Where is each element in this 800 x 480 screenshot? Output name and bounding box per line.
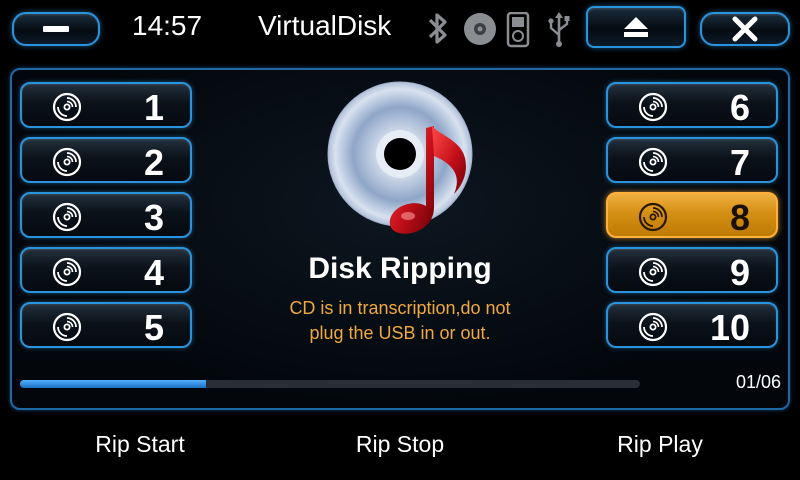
ripping-message-line2: plug the USB in or out. xyxy=(309,323,491,343)
ripping-title: Disk Ripping xyxy=(308,252,492,285)
disc-icon xyxy=(52,312,82,342)
disc-icon xyxy=(638,257,668,287)
rip-progress-fill xyxy=(20,380,206,388)
track-counter: 01/06 xyxy=(736,372,782,392)
rip-progress-bar xyxy=(20,380,640,388)
disk-music-icon xyxy=(327,81,473,234)
track-number: 1 xyxy=(143,87,164,128)
disc-icon xyxy=(638,312,668,342)
track-button-1[interactable]: 1 xyxy=(20,82,192,128)
track-button-7[interactable]: 7 xyxy=(606,137,778,183)
disc-icon xyxy=(52,257,82,287)
close-button[interactable] xyxy=(700,12,790,46)
track-button-3[interactable]: 3 xyxy=(20,192,192,238)
track-button-10[interactable]: 10 xyxy=(606,302,778,348)
disc-icon xyxy=(638,147,668,177)
minimize-button[interactable] xyxy=(12,12,100,46)
media-player-icon xyxy=(506,12,530,48)
eject-button[interactable] xyxy=(586,6,686,48)
track-number: 5 xyxy=(143,307,164,348)
eject-icon xyxy=(624,17,648,37)
disc-icon xyxy=(638,202,668,232)
disc-icon xyxy=(52,92,82,122)
disc-icon xyxy=(464,13,496,45)
track-number: 3 xyxy=(143,197,164,238)
rip-play-button[interactable]: Rip Play xyxy=(560,422,760,466)
minimize-icon xyxy=(43,26,69,32)
track-button-6[interactable]: 6 xyxy=(606,82,778,128)
track-number: 6 xyxy=(729,87,750,128)
track-number: 8 xyxy=(729,197,750,238)
disc-icon xyxy=(638,92,668,122)
app-title: VirtualDisk xyxy=(258,10,392,41)
disc-icon xyxy=(52,202,82,232)
track-button-2[interactable]: 2 xyxy=(20,137,192,183)
disc-icon xyxy=(52,147,82,177)
track-number: 9 xyxy=(729,252,750,293)
top-bar: 14:57 VirtualDisk xyxy=(0,0,800,60)
track-button-8[interactable]: 8 xyxy=(606,192,778,238)
track-button-5[interactable]: 5 xyxy=(20,302,192,348)
clock: 14:57 xyxy=(132,10,203,41)
track-number: 10 xyxy=(709,307,750,348)
rip-start-button[interactable]: Rip Start xyxy=(40,422,240,466)
usb-icon xyxy=(548,12,570,47)
ripping-message-line1: CD is in transcription,do not xyxy=(289,298,511,318)
track-button-4[interactable]: 4 xyxy=(20,247,192,293)
track-number: 4 xyxy=(143,252,164,293)
track-number: 2 xyxy=(143,142,164,183)
close-icon xyxy=(732,16,758,42)
track-button-9[interactable]: 9 xyxy=(606,247,778,293)
track-number: 7 xyxy=(729,142,750,183)
rip-stop-button[interactable]: Rip Stop xyxy=(300,422,500,466)
ripping-message: CD is in transcription,do not plug the U… xyxy=(230,296,570,346)
bluetooth-icon xyxy=(428,13,447,44)
